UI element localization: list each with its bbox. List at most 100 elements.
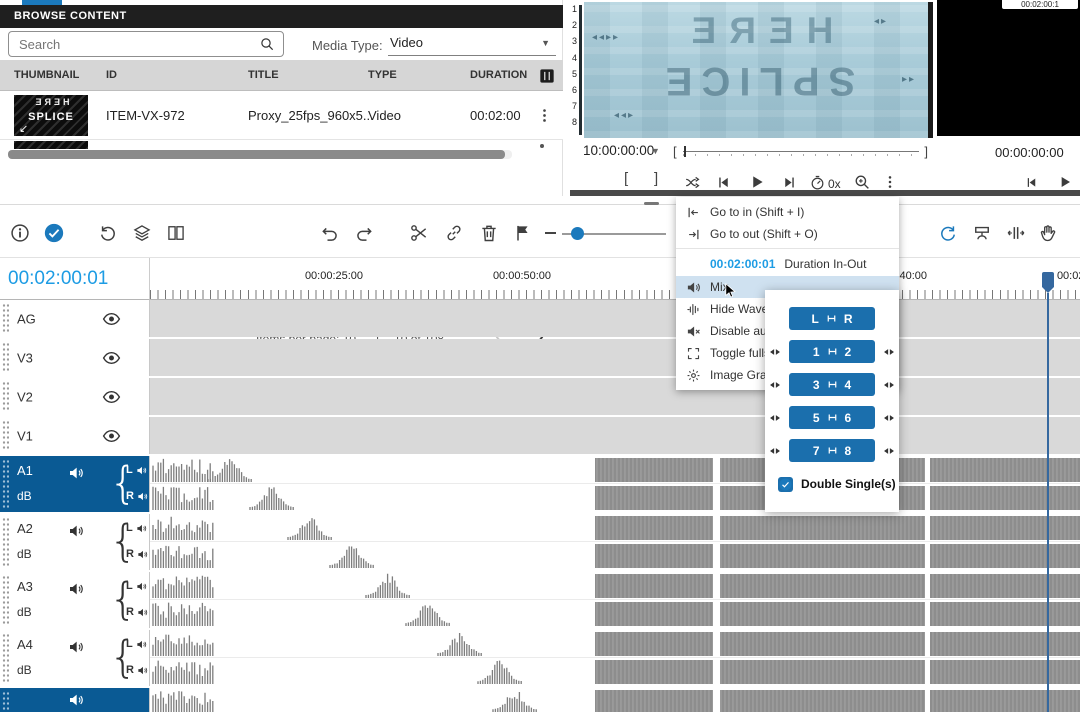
drag-handle-icon[interactable] — [2, 342, 9, 373]
track-header-partial[interactable] — [0, 688, 150, 712]
column-header-duration[interactable]: DURATION — [470, 60, 527, 91]
compare-columns-icon[interactable] — [166, 223, 186, 243]
channel-l[interactable]: L — [126, 638, 147, 650]
scrollbar-thumb[interactable] — [8, 150, 505, 159]
track-header-A4[interactable]: A4dB{LR — [0, 630, 150, 686]
column-chooser-icon[interactable] — [537, 66, 557, 86]
track-header-V1[interactable]: V1 — [0, 417, 150, 454]
mix-button-5-6[interactable]: 56 — [789, 406, 875, 429]
timecode-dropdown-caret[interactable]: ▼ — [651, 146, 660, 156]
track-header-A1[interactable]: A1dB{LR — [0, 456, 150, 512]
channel-r[interactable]: R — [126, 548, 148, 560]
mark-in-button[interactable]: [ — [624, 170, 628, 187]
zoom-slider-knob[interactable] — [571, 227, 584, 240]
audio-lane[interactable] — [150, 630, 1080, 658]
zoom-out-button[interactable] — [545, 232, 556, 234]
mix-button-1-2[interactable]: 12 — [789, 340, 875, 363]
spread-right-icon[interactable] — [882, 444, 896, 458]
drag-handle-icon[interactable] — [2, 303, 9, 334]
audio-lane[interactable] — [150, 658, 1080, 686]
playback-speed-icon[interactable] — [809, 174, 826, 191]
eye-icon[interactable] — [102, 426, 121, 445]
spread-right-icon[interactable] — [882, 345, 896, 359]
redo-button[interactable] — [354, 223, 374, 243]
audio-lane[interactable] — [150, 572, 1080, 600]
zoom-icon[interactable] — [853, 173, 871, 191]
refresh-icon[interactable] — [938, 223, 958, 243]
more-options-icon[interactable] — [882, 174, 898, 190]
drag-handle-icon[interactable] — [2, 420, 9, 451]
channel-l[interactable]: L — [126, 522, 147, 534]
drag-handle-icon[interactable] — [2, 517, 9, 567]
scrub-track[interactable] — [683, 151, 919, 152]
drag-handle-icon[interactable] — [2, 575, 9, 625]
playhead[interactable] — [1042, 272, 1054, 287]
column-header-id[interactable]: ID — [106, 60, 117, 91]
eye-icon[interactable] — [102, 348, 121, 367]
track-content[interactable] — [150, 630, 1080, 686]
channel-r[interactable]: R — [126, 606, 148, 618]
track-content[interactable] — [150, 688, 1080, 712]
channel-r[interactable]: R — [126, 490, 148, 502]
track-content[interactable] — [150, 300, 1080, 337]
eye-icon[interactable] — [102, 387, 121, 406]
track-header-AG[interactable]: AG — [0, 300, 150, 337]
monitor-play-button[interactable] — [1057, 174, 1073, 190]
drag-handle-icon[interactable] — [2, 459, 9, 509]
razor-tool-button[interactable] — [972, 223, 992, 243]
cut-scissors-button[interactable] — [409, 223, 429, 243]
menu-item-go-to-in-shift-i[interactable]: Go to in (Shift + I) — [676, 201, 899, 223]
previous-frame-button[interactable] — [715, 174, 732, 191]
audio-lane[interactable] — [150, 600, 1080, 628]
mix-button-l-r[interactable]: LR — [789, 307, 875, 330]
search-input[interactable]: Search — [8, 31, 284, 57]
spread-left-icon[interactable] — [768, 411, 782, 425]
spread-left-icon[interactable] — [768, 444, 782, 458]
media-type-select[interactable]: Video ▼ — [388, 30, 556, 56]
double-singles-option[interactable]: Double Single(s) — [765, 469, 899, 499]
row-menu-icon[interactable] — [536, 107, 553, 124]
timeline-ruler[interactable]: 00:00:25:0000:00:50:0000:01:15:0000:01:4… — [150, 258, 1080, 300]
track-header-V2[interactable]: V2 — [0, 378, 150, 415]
player-timecode[interactable]: 10:00:00:00 — [583, 143, 654, 158]
spread-left-icon[interactable] — [768, 345, 782, 359]
marker-flag-button[interactable] — [513, 223, 533, 243]
audio-lane[interactable] — [150, 542, 1080, 570]
track-content[interactable] — [150, 417, 1080, 454]
mix-button-3-4[interactable]: 34 — [789, 373, 875, 396]
undo-button[interactable] — [320, 223, 340, 243]
play-button[interactable] — [748, 173, 766, 191]
column-header-type[interactable]: TYPE — [368, 60, 397, 91]
drag-handle-icon[interactable] — [2, 381, 9, 412]
menu-item-go-to-out-shift-o[interactable]: Go to out (Shift + O) — [676, 223, 899, 245]
track-content[interactable] — [150, 456, 1080, 512]
audio-lane[interactable] — [150, 688, 1080, 712]
panel-resize-handle[interactable] — [644, 202, 659, 205]
speaker-icon[interactable] — [68, 523, 84, 539]
eye-icon[interactable] — [102, 309, 121, 328]
speaker-icon[interactable] — [68, 465, 84, 481]
speaker-icon[interactable] — [68, 639, 84, 655]
monitor-previous-frame-button[interactable] — [1024, 175, 1039, 190]
player-scrubber[interactable]: [ ] — [673, 144, 928, 159]
audio-lane[interactable] — [150, 514, 1080, 542]
info-icon[interactable] — [10, 223, 30, 243]
scrub-position-marker[interactable] — [684, 146, 686, 157]
track-header-A3[interactable]: A3dB{LR — [0, 572, 150, 628]
trim-tool-button[interactable] — [1006, 223, 1026, 243]
spread-right-icon[interactable] — [882, 411, 896, 425]
link-button[interactable] — [444, 223, 464, 243]
secondary-monitor[interactable]: 00:02:00:1 — [937, 0, 1080, 136]
horizontal-scrollbar[interactable] — [8, 150, 512, 159]
checkbox[interactable] — [778, 477, 793, 492]
spread-left-icon[interactable] — [768, 378, 782, 392]
track-content[interactable] — [150, 339, 1080, 376]
layers-icon[interactable] — [132, 223, 152, 243]
track-content[interactable] — [150, 572, 1080, 628]
channel-l[interactable]: L — [126, 580, 147, 592]
drag-handle-icon[interactable] — [2, 633, 9, 683]
track-header-A2[interactable]: A2dB{LR — [0, 514, 150, 570]
channel-r[interactable]: R — [126, 664, 148, 676]
menu-item-duration-in-out[interactable]: 00:02:00:01Duration In-Out — [676, 252, 899, 276]
audio-lane[interactable] — [150, 484, 1080, 512]
